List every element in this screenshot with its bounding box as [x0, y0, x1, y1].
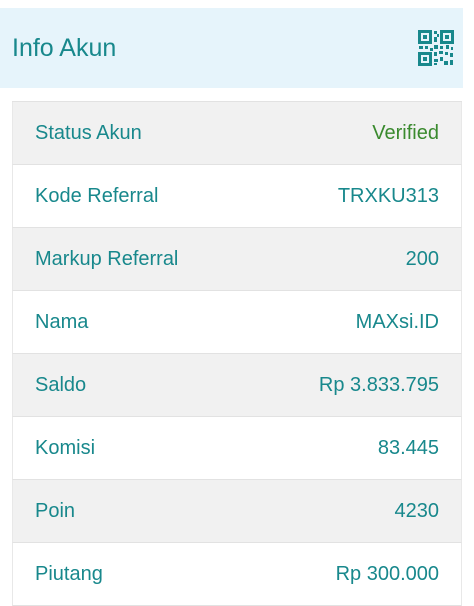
qr-code-icon[interactable]: [417, 29, 455, 67]
row-label: Komisi: [35, 437, 96, 459]
row-label: Markup Referral: [35, 248, 179, 270]
info-akun-header: Info Akun: [0, 8, 463, 88]
page-title: Info Akun: [12, 34, 117, 62]
row-label: Saldo: [35, 374, 87, 396]
row-poin: Poin 4230: [12, 480, 462, 543]
row-value: Rp 300.000: [335, 563, 439, 585]
row-label: Status Akun: [35, 122, 142, 144]
row-piutang: Piutang Rp 300.000: [12, 543, 462, 606]
row-label: Nama: [35, 311, 89, 333]
row-label: Kode Referral: [35, 185, 159, 207]
row-kode-referral: Kode Referral TRXKU313: [12, 165, 462, 228]
row-label: Poin: [35, 500, 76, 522]
row-komisi: Komisi 83.445: [12, 417, 462, 480]
status-badge: Verified: [372, 122, 439, 144]
row-saldo: Saldo Rp 3.833.795: [12, 354, 462, 417]
row-value: MAXsi.ID: [355, 311, 439, 333]
row-value: 200: [405, 248, 439, 270]
row-value: TRXKU313: [337, 185, 439, 207]
row-label: Piutang: [35, 563, 103, 585]
row-markup-referral: Markup Referral 200: [12, 228, 462, 291]
row-status-akun: Status Akun Verified: [12, 102, 462, 165]
row-nama: Nama MAXsi.ID: [12, 291, 462, 354]
row-value: 83.445: [377, 437, 439, 459]
account-info-table: Status Akun Verified Kode Referral TRXKU…: [12, 101, 462, 606]
row-value: Rp 3.833.795: [318, 374, 439, 396]
row-value: 4230: [394, 500, 440, 522]
